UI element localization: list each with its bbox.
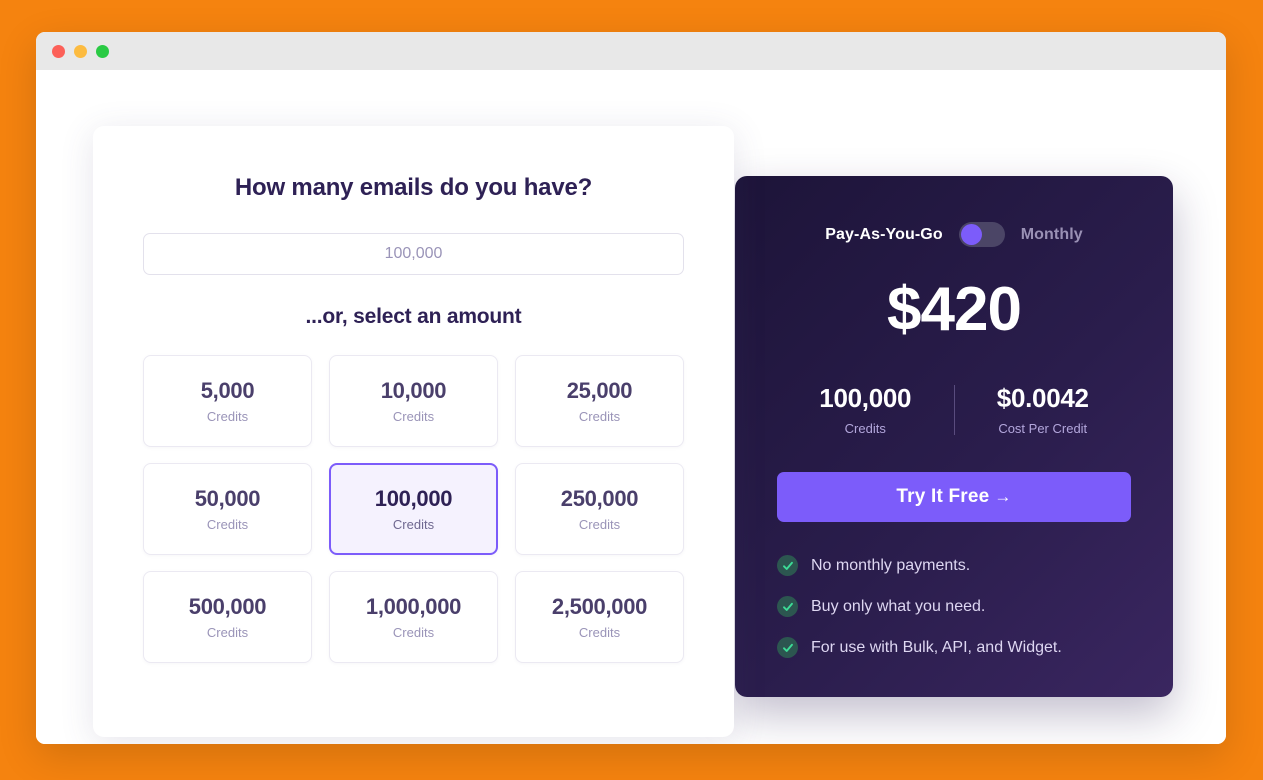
credit-option-1000000[interactable]: 1,000,000 Credits [329, 571, 498, 663]
billing-mode-toggle-row: Pay-As-You-Go Monthly [777, 222, 1131, 247]
credit-label: Credits [206, 625, 249, 640]
credit-label: Credits [578, 409, 621, 424]
feature-text: For use with Bulk, API, and Widget. [811, 638, 1062, 656]
list-item: Buy only what you need. [777, 596, 1131, 617]
stat-cost-per-credit: $0.0042 Cost Per Credit [955, 383, 1132, 436]
feature-list: No monthly payments. Buy only what you n… [777, 555, 1131, 658]
credit-option-25000[interactable]: 25,000 Credits [515, 355, 684, 447]
browser-window: Pay-As-You-Go Monthly $420 100,000 Credi… [36, 32, 1226, 744]
select-amount-subtitle: ...or, select an amount [305, 305, 522, 328]
toggle-label-pay-as-you-go[interactable]: Pay-As-You-Go [825, 226, 942, 244]
credit-options-grid: 5,000 Credits 10,000 Credits 25,000 Cred… [143, 355, 684, 663]
stat-credits-value: 100,000 [819, 383, 912, 413]
credit-amount: 1,000,000 [365, 594, 462, 619]
credit-option-500000[interactable]: 500,000 Credits [143, 571, 312, 663]
billing-mode-switch[interactable] [958, 222, 1005, 247]
window-titlebar [36, 32, 1226, 70]
credit-option-10000[interactable]: 10,000 Credits [329, 355, 498, 447]
email-amount-input[interactable] [143, 233, 684, 275]
feature-text: No monthly payments. [811, 556, 971, 574]
switch-knob [960, 224, 982, 245]
page-content: Pay-As-You-Go Monthly $420 100,000 Credi… [36, 70, 1226, 744]
list-item: For use with Bulk, API, and Widget. [777, 637, 1131, 658]
toggle-label-monthly[interactable]: Monthly [1021, 226, 1083, 244]
list-item: No monthly payments. [777, 555, 1131, 576]
credit-label: Credits [392, 625, 435, 640]
stat-credits: 100,000 Credits [777, 383, 954, 436]
credit-label: Credits [392, 517, 435, 532]
arrow-right-icon: → [994, 487, 1012, 506]
pricing-panel: Pay-As-You-Go Monthly $420 100,000 Credi… [735, 176, 1173, 697]
credit-label: Credits [206, 409, 249, 424]
page-title: How many emails do you have? [234, 174, 593, 201]
credit-option-5000[interactable]: 5,000 Credits [143, 355, 312, 447]
credit-amount: 5,000 [200, 378, 255, 403]
feature-text: Buy only what you need. [811, 597, 986, 615]
maximize-window-button[interactable] [96, 44, 109, 58]
pricing-stats: 100,000 Credits $0.0042 Cost Per Credit [777, 383, 1131, 436]
credit-option-2500000[interactable]: 2,500,000 Credits [515, 571, 684, 663]
stat-cost-per-credit-label: Cost Per Credit [998, 421, 1088, 436]
check-circle-icon [777, 637, 798, 658]
credit-amount: 2,500,000 [551, 594, 648, 619]
credit-label: Credits [392, 409, 435, 424]
try-it-free-button[interactable]: Try It Free → [777, 472, 1131, 522]
cta-label: Try It Free [896, 486, 990, 507]
credit-amount: 500,000 [188, 594, 267, 619]
price-display: $420 [887, 275, 1022, 344]
minimize-window-button[interactable] [74, 44, 87, 58]
check-circle-icon [777, 555, 798, 576]
stat-cost-per-credit-value: $0.0042 [996, 383, 1089, 413]
credit-amount: 100,000 [374, 486, 453, 511]
credit-amount: 25,000 [566, 378, 633, 403]
close-window-button[interactable] [52, 44, 65, 58]
credit-amount: 10,000 [380, 378, 447, 403]
credit-label: Credits [578, 625, 621, 640]
stat-credits-label: Credits [844, 421, 886, 436]
credit-label: Credits [206, 517, 249, 532]
credit-option-50000[interactable]: 50,000 Credits [143, 463, 312, 555]
credit-amount: 50,000 [194, 486, 261, 511]
credit-option-100000[interactable]: 100,000 Credits [329, 463, 498, 555]
credit-label: Credits [578, 517, 621, 532]
credit-amount: 250,000 [560, 486, 639, 511]
check-circle-icon [777, 596, 798, 617]
email-amount-selector-card: How many emails do you have? ...or, sele… [93, 126, 734, 737]
credit-option-250000[interactable]: 250,000 Credits [515, 463, 684, 555]
